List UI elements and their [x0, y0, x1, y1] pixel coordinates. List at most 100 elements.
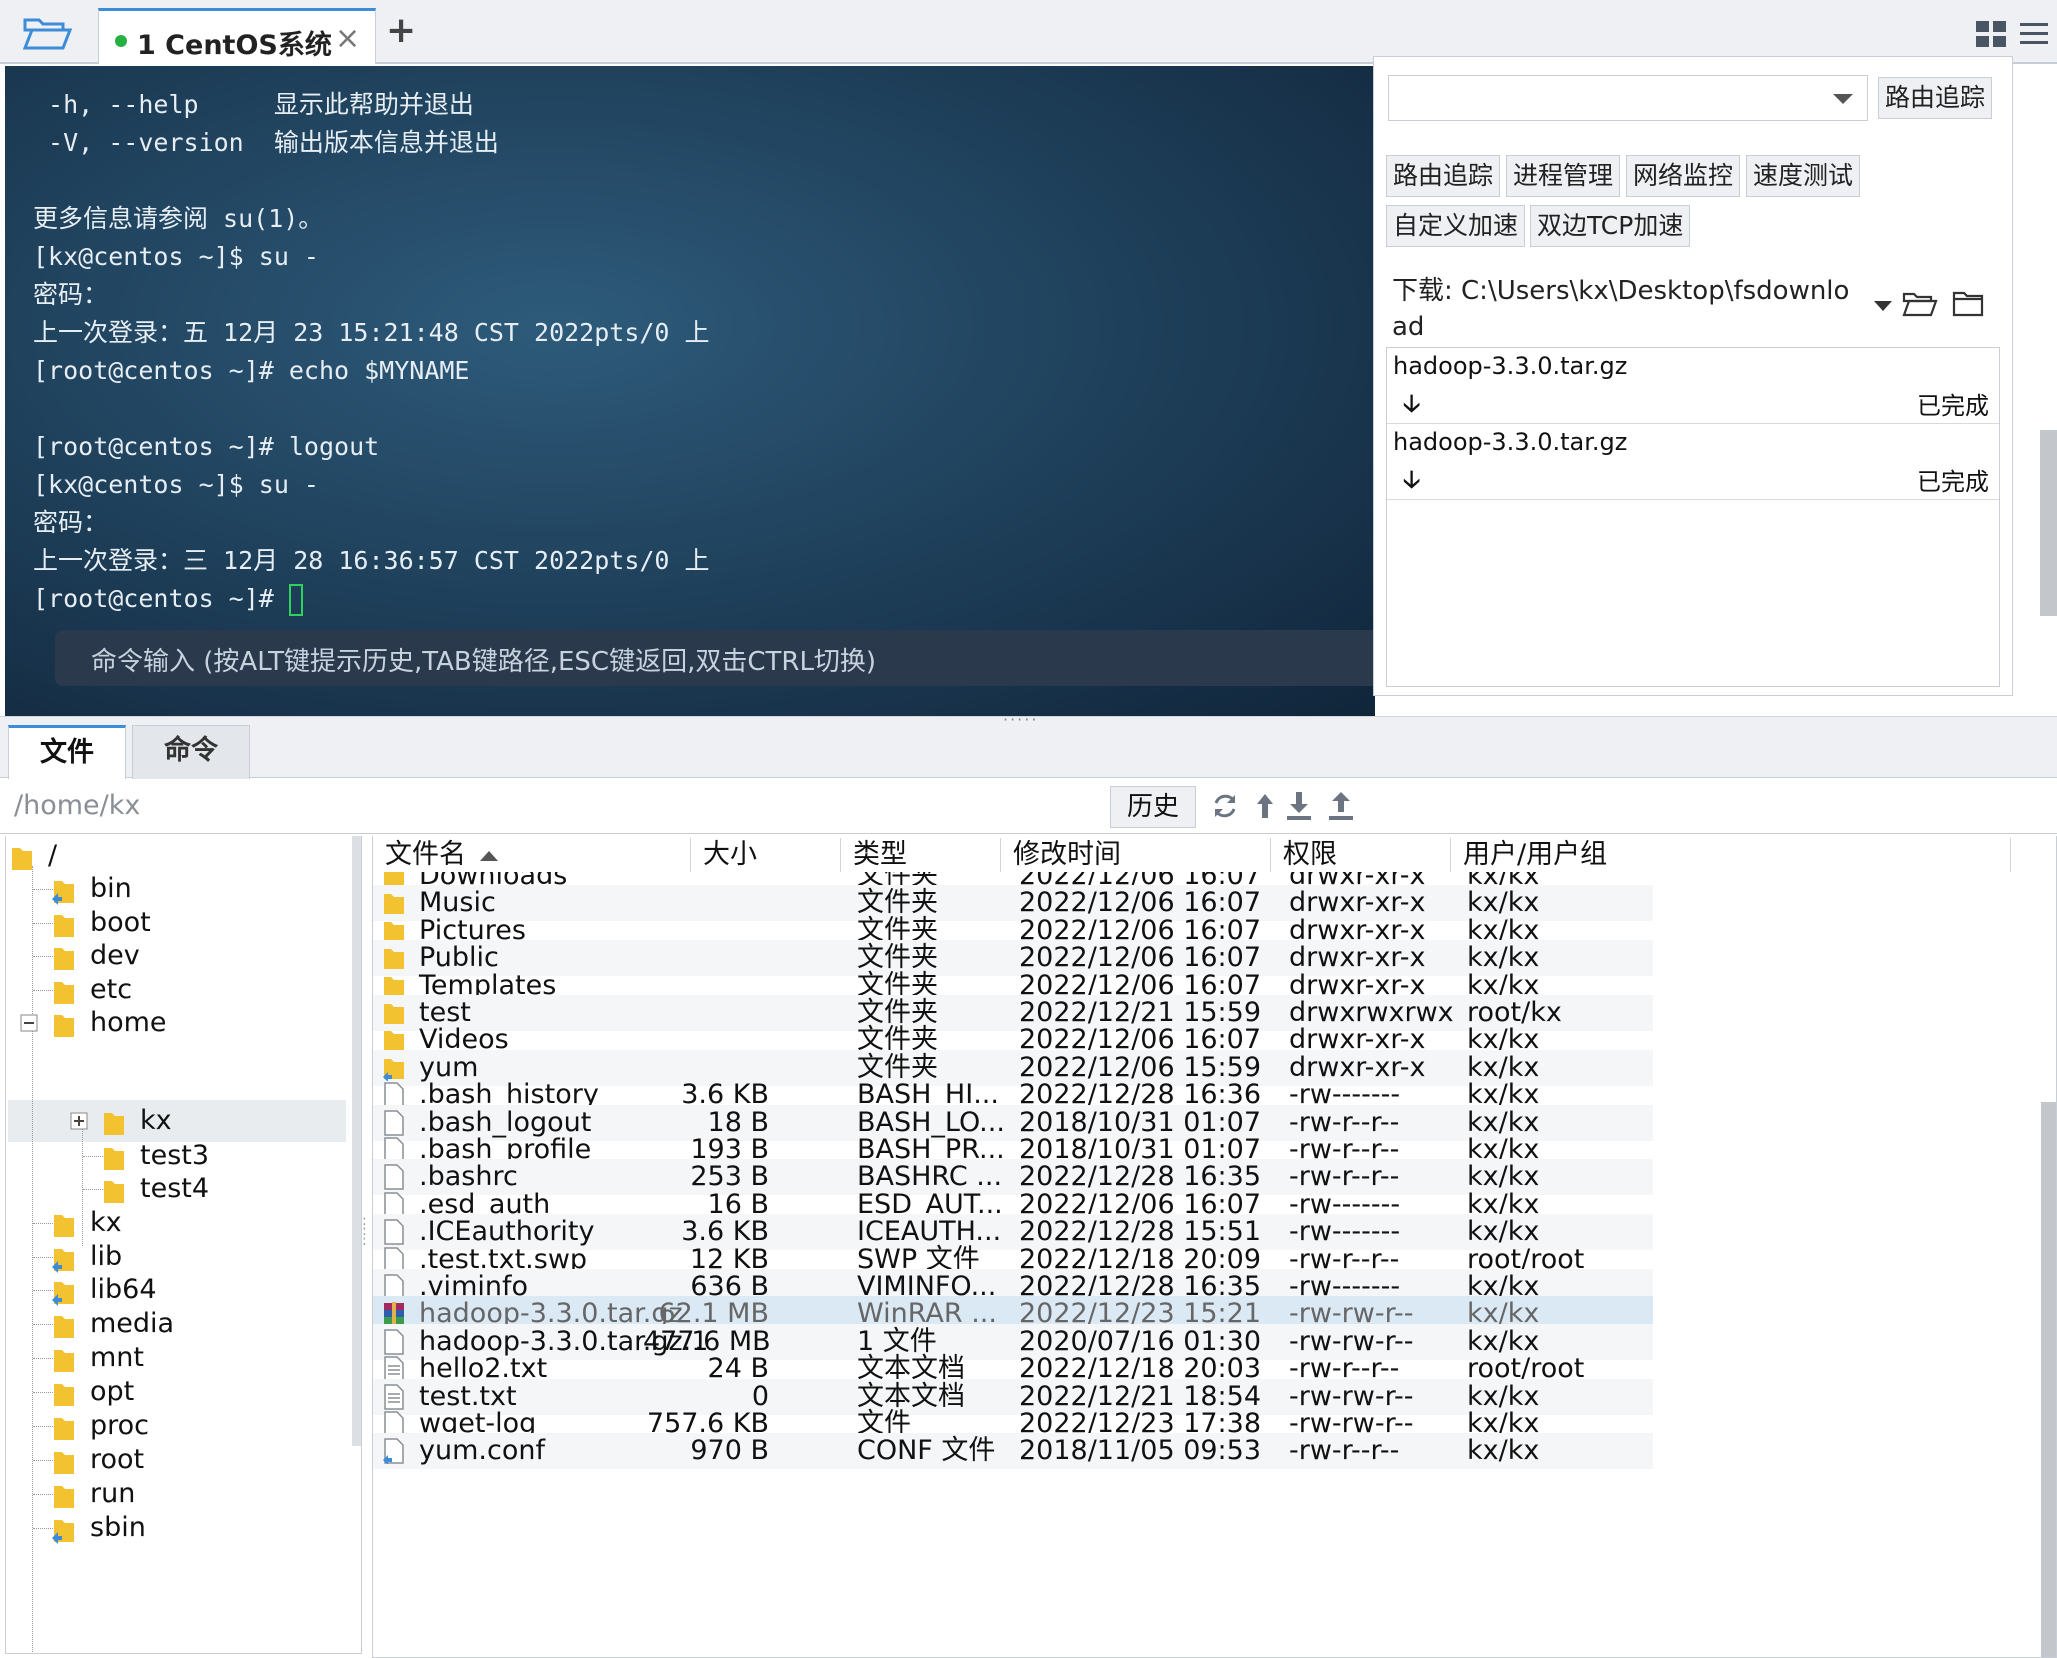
dual-tcp-acceleration-button[interactable]: 双边TCP加速	[1530, 205, 1691, 247]
tree-node-label: mnt	[90, 1342, 144, 1373]
folder-icon	[54, 947, 74, 970]
file-type: CONF 文件	[857, 1435, 996, 1467]
folder-link-icon	[52, 1281, 74, 1306]
upload-icon[interactable]	[1326, 790, 1356, 822]
path-bar: /home/kx 历史	[0, 780, 2057, 834]
folder-icon	[54, 1451, 74, 1474]
folder-icon	[54, 1485, 74, 1508]
tree-scrollbar[interactable]	[352, 836, 361, 1446]
file-list-scrollbar[interactable]	[2041, 1102, 2056, 1657]
tree-node-label: run	[90, 1478, 136, 1509]
folder-icon	[54, 1214, 74, 1237]
tree-node-root[interactable]: /	[10, 836, 57, 876]
pane-splitter-handle[interactable]: :::	[362, 836, 372, 1654]
download-file-name: hadoop-3.3.0.tar.gz	[1393, 428, 1628, 456]
layout-grid-icon[interactable]	[1975, 20, 2007, 48]
process-manager-button[interactable]: 进程管理	[1506, 155, 1621, 197]
folder-icon	[54, 1315, 74, 1338]
tree-node-label: test3	[140, 1140, 210, 1171]
file-list: 文件名 大小 类型 修改时间 权限 用户/用户组 Downloads 文件夹 202…	[372, 836, 2057, 1658]
pane-splitter-handle[interactable]: ·····	[1003, 710, 1038, 729]
collapse-icon[interactable]	[20, 1014, 38, 1032]
session-tab-label: 1 CentOS系统	[137, 30, 332, 61]
tree-node-kx-selected[interactable]: kx	[102, 1101, 172, 1141]
tab-centos-session[interactable]: 1 CentOS系统 ×	[98, 8, 376, 64]
tree-node-label: home	[90, 1007, 167, 1038]
terminal-pane[interactable]: -h, --help 显示此帮助并退出 -V, --version 输出版本信息…	[5, 66, 1375, 716]
refresh-icon[interactable]	[1210, 790, 1240, 822]
tree-node-label: sbin	[90, 1512, 146, 1543]
tree-node-label: lib64	[90, 1274, 157, 1305]
terminal-line: [root@centos ~]# echo $MYNAME	[33, 356, 470, 385]
network-tools-panel: 路由追踪 路由追踪 进程管理 网络监控 速度测试 自定义加速 双边TCP加速 下…	[1373, 56, 2013, 696]
history-button[interactable]: 历史	[1110, 786, 1196, 828]
column-header-modified[interactable]: 修改时间	[1001, 838, 1271, 872]
add-tab-icon[interactable]: +	[386, 10, 416, 51]
column-header-name[interactable]: 文件名	[373, 838, 691, 872]
tree-node-label: bin	[90, 873, 132, 904]
download-item[interactable]: hadoop-3.3.0.tar.gz 🡣 已完成	[1387, 348, 1999, 424]
route-trace-tool-button[interactable]: 路由追踪	[1386, 155, 1501, 197]
tab-files[interactable]: 文件	[8, 725, 126, 779]
tree-node-label: proc	[90, 1410, 150, 1441]
column-header-size[interactable]: 大小	[691, 838, 841, 872]
download-path-label: 下载: C:\Users\kx\Desktop\fsdownload	[1392, 276, 1850, 342]
folder-icon	[54, 981, 74, 1004]
terminal-line: -V, --version 输出版本信息并退出	[33, 128, 499, 157]
download-icon[interactable]	[1284, 790, 1314, 822]
panel-scrollbar[interactable]	[2040, 430, 2057, 616]
folder-link-icon	[52, 1248, 74, 1273]
file-size: 970 B	[690, 1435, 769, 1467]
terminal-prompt: [root@centos ~]#	[33, 584, 289, 613]
folder-icon[interactable]	[1952, 289, 1984, 317]
terminal-line: -h, --help 显示此帮助并退出	[33, 90, 474, 119]
tree-node-label: lib	[90, 1241, 123, 1272]
tree-node-home[interactable]: home	[52, 1003, 167, 1043]
connected-status-dot	[115, 35, 127, 47]
tree-node-label: dev	[90, 940, 140, 971]
parent-directory-icon[interactable]	[1250, 790, 1280, 822]
tree-node-label: media	[90, 1308, 175, 1339]
speed-test-button[interactable]: 速度测试	[1746, 155, 1861, 197]
network-monitor-button[interactable]: 网络监控	[1626, 155, 1741, 197]
terminal-line: [kx@centos ~]$ su -	[33, 470, 319, 499]
custom-acceleration-button[interactable]: 自定义加速	[1386, 205, 1526, 247]
directory-tree: / bin boot dev etc home kx test3 test4 k…	[5, 836, 362, 1654]
route-target-select[interactable]	[1388, 75, 1868, 121]
tree-node-label: root	[90, 1444, 145, 1475]
route-trace-button[interactable]: 路由追踪	[1878, 77, 1993, 119]
open-folder-icon[interactable]	[22, 12, 72, 52]
tree-node-sbin[interactable]: sbin	[52, 1508, 146, 1548]
tree-node-label: test4	[140, 1173, 210, 1204]
file-owner: kx/kx	[1467, 1435, 1540, 1467]
menu-icon[interactable]	[2018, 20, 2050, 48]
file-row[interactable]: yum.conf 970 B CONF 文件 2018/11/05 09:53 -rw-…	[373, 1433, 1653, 1470]
chevron-down-icon	[1833, 94, 1853, 104]
column-header-owner[interactable]: 用户/用户组	[1451, 838, 2011, 872]
tree-node-label: kx	[140, 1105, 172, 1136]
path-input[interactable]: /home/kx	[14, 790, 140, 821]
folder-link-icon	[52, 1519, 74, 1544]
download-arrow-icon: 🡣	[1403, 389, 1421, 417]
open-folder-icon[interactable]	[1902, 289, 1938, 317]
terminal-prompt-line[interactable]: [root@centos ~]#	[33, 580, 710, 618]
column-header-permissions[interactable]: 权限	[1271, 838, 1451, 872]
close-tab-icon[interactable]: ×	[335, 21, 360, 56]
expand-icon[interactable]	[70, 1112, 88, 1130]
file-modified-time: 2018/11/05 09:53	[1019, 1435, 1262, 1467]
tree-node-label: kx	[90, 1207, 122, 1238]
chevron-down-icon[interactable]	[1874, 301, 1892, 311]
download-arrow-icon: 🡣	[1403, 465, 1421, 493]
terminal-line: 密码：	[33, 508, 109, 537]
tab-commands[interactable]: 命令	[132, 725, 250, 779]
tree-node-label: etc	[90, 974, 133, 1005]
terminal-line: 上一次登录：三 12月 28 16:36:57 CST 2022pts/0 上	[33, 546, 710, 575]
folder-icon	[104, 1180, 124, 1203]
column-header-type[interactable]: 类型	[841, 838, 1001, 872]
download-item[interactable]: hadoop-3.3.0.tar.gz 🡣 已完成	[1387, 424, 1999, 500]
command-input[interactable]: 命令输入 (按ALT键提示历史,TAB键路径,ESC键返回,双击CTRL切换)	[55, 630, 1375, 686]
tree-node-label: /	[48, 840, 58, 871]
folder-icon	[54, 1417, 74, 1440]
